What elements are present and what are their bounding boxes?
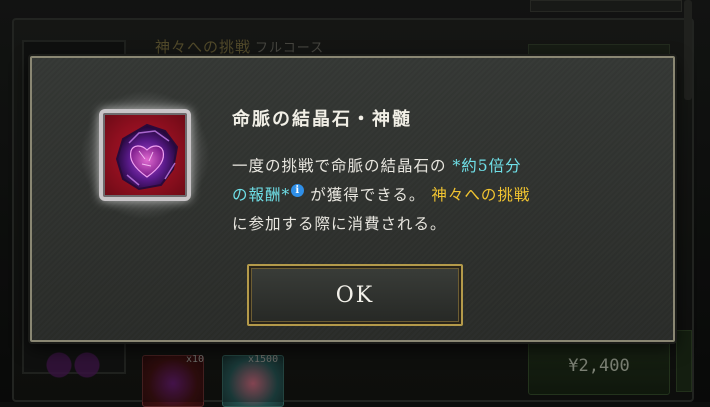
item-name-title: 命脈の結晶石・神髄 bbox=[232, 109, 412, 130]
reward-highlight: の報酬* bbox=[232, 186, 291, 204]
item-description: 一度の挑戦で命脈の結晶石の *約5倍分 の報酬* i が獲得できる。 神々への挑戦… bbox=[232, 152, 652, 239]
description-line-3: に参加する際に消費される。 bbox=[232, 210, 652, 239]
ok-button[interactable]: OK bbox=[247, 264, 463, 326]
ok-button-label: OK bbox=[335, 282, 375, 308]
reward-multiplier-highlight: *約5倍分 bbox=[452, 157, 522, 175]
info-icon[interactable]: i bbox=[291, 184, 305, 197]
description-line-2: の報酬* i が獲得できる。 神々への挑戦 bbox=[232, 181, 652, 210]
description-text: に参加する際に消費される。 bbox=[232, 215, 447, 233]
event-name-highlight: 神々への挑戦 bbox=[431, 186, 531, 204]
description-line-1: 一度の挑戦で命脈の結晶石の *約5倍分 bbox=[232, 152, 652, 181]
life-vein-crystal-icon bbox=[99, 109, 191, 201]
description-text: 一度の挑戦で命脈の結晶石の bbox=[232, 157, 447, 175]
description-text: が獲得できる。 bbox=[310, 186, 426, 204]
